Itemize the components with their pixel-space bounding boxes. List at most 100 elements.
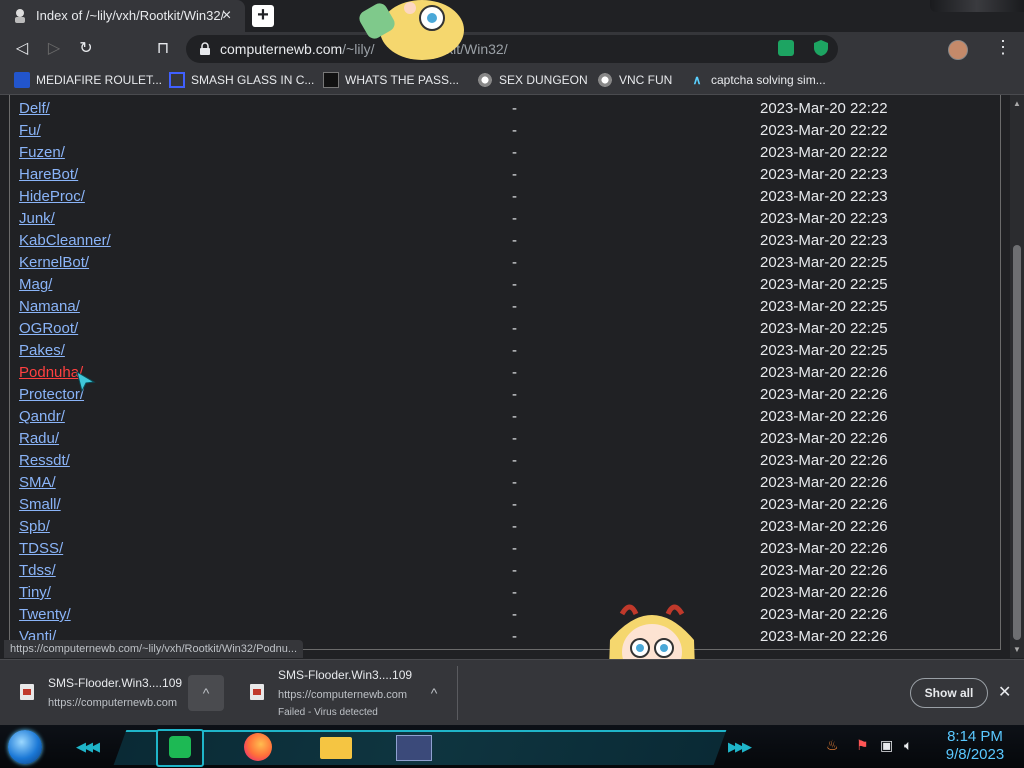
directory-link[interactable]: Namana/ bbox=[19, 298, 80, 315]
reload-icon[interactable]: ↻ bbox=[75, 38, 97, 60]
directory-link[interactable]: SMA/ bbox=[19, 474, 56, 491]
directory-link[interactable]: OGRoot/ bbox=[19, 320, 78, 337]
size-cell: - bbox=[512, 100, 517, 117]
bookmark-item[interactable]: ∧ captcha solving sim... bbox=[689, 72, 826, 88]
directory-link[interactable]: Twenty/ bbox=[19, 606, 71, 623]
directory-link[interactable]: HideProc/ bbox=[19, 188, 85, 205]
date-cell: 2023-Mar-20 22:23 bbox=[760, 188, 888, 205]
menu-icon[interactable]: ⋮ bbox=[994, 38, 1012, 56]
date-cell: 2023-Mar-20 22:26 bbox=[760, 606, 888, 623]
directory-link[interactable]: Fu/ bbox=[19, 122, 41, 139]
flag-icon[interactable]: ⚑ bbox=[856, 737, 869, 754]
table-row: Fuzen/ - 2023-Mar-20 22:22 bbox=[0, 142, 1000, 164]
extension-icon[interactable] bbox=[778, 40, 794, 56]
bookmark-icon[interactable]: ⊓ bbox=[152, 38, 174, 60]
directory-link[interactable]: Radu/ bbox=[19, 430, 59, 447]
date-cell: 2023-Mar-20 22:26 bbox=[760, 452, 888, 469]
size-cell: - bbox=[512, 232, 517, 249]
browser-tab[interactable]: Index of /~lily/vxh/Rootkit/Win32/ × bbox=[0, 0, 245, 32]
date-cell: 2023-Mar-20 22:23 bbox=[760, 166, 888, 183]
firefox-icon[interactable] bbox=[236, 729, 280, 763]
volume-icon[interactable]: 🔈︎ bbox=[904, 737, 912, 754]
system-clock[interactable]: 8:14 PM 9/8/2023 bbox=[930, 728, 1020, 764]
table-row: KabCleanner/ - 2023-Mar-20 22:23 bbox=[0, 230, 1000, 252]
directory-link[interactable]: Tdss/ bbox=[19, 562, 56, 579]
chevron-decoration: ▶▶▶ bbox=[728, 739, 752, 754]
mouse-cursor-icon bbox=[76, 370, 96, 393]
network-icon[interactable]: ▣ bbox=[880, 737, 893, 754]
tab-close-icon[interactable]: × bbox=[222, 7, 231, 25]
directory-link[interactable]: Pakes/ bbox=[19, 342, 65, 359]
directory-link[interactable]: Small/ bbox=[19, 496, 61, 513]
forward-icon[interactable]: ▷ bbox=[43, 38, 65, 60]
close-icon[interactable]: ✕ bbox=[998, 682, 1011, 702]
table-row: Namana/ - 2023-Mar-20 22:25 bbox=[0, 296, 1000, 318]
show-all-button[interactable]: Show all bbox=[910, 678, 988, 708]
directory-link[interactable]: Fuzen/ bbox=[19, 144, 65, 161]
new-tab-button[interactable]: + bbox=[252, 5, 274, 27]
directory-link[interactable]: HareBot/ bbox=[19, 166, 78, 183]
download-shelf: SMS-Flooder.Win3....109 https://computer… bbox=[0, 659, 1024, 726]
chevron-up-icon[interactable]: ^ bbox=[188, 675, 224, 711]
date-cell: 2023-Mar-20 22:22 bbox=[760, 144, 888, 161]
directory-link[interactable]: Qandr/ bbox=[19, 408, 65, 425]
back-icon[interactable]: ◁ bbox=[11, 38, 33, 60]
directory-link[interactable]: KernelBot/ bbox=[19, 254, 89, 271]
table-row: Protector/-2023-Mar-20 22:26 bbox=[0, 384, 1000, 406]
table-row: OGRoot/ - 2023-Mar-20 22:25 bbox=[0, 318, 1000, 340]
date-cell: 2023-Mar-20 22:26 bbox=[760, 408, 888, 425]
scroll-thumb[interactable] bbox=[1013, 245, 1021, 640]
download-item[interactable]: SMS-Flooder.Win3....109 https://computer… bbox=[0, 660, 230, 726]
directory-link[interactable]: Junk/ bbox=[19, 210, 55, 227]
taskbar: ◀◀◀ ▶▶▶ ♨ ⚑ ▣ 🔈︎ 8:14 PM 9/8/2023 bbox=[0, 725, 1024, 768]
profile-avatar[interactable] bbox=[948, 40, 968, 60]
start-button[interactable] bbox=[8, 730, 42, 764]
date-cell: 2023-Mar-20 22:23 bbox=[760, 232, 888, 249]
date-cell: 2023-Mar-20 22:25 bbox=[760, 254, 888, 271]
folder-icon[interactable] bbox=[314, 729, 358, 763]
tray-app-icon[interactable]: ♨ bbox=[826, 737, 839, 754]
scroll-down-icon[interactable]: ▼ bbox=[1013, 645, 1021, 654]
size-cell: - bbox=[512, 606, 517, 623]
gear-icon bbox=[477, 72, 493, 88]
bookmark-item[interactable]: MEDIAFIRE ROULET... bbox=[14, 72, 162, 88]
date-cell: 2023-Mar-20 22:26 bbox=[760, 474, 888, 491]
scroll-up-icon[interactable]: ▲ bbox=[1013, 99, 1021, 108]
directory-link[interactable]: Ressdt/ bbox=[19, 452, 70, 469]
download-item[interactable]: SMS-Flooder.Win3....109 https://computer… bbox=[230, 660, 457, 726]
bookmark-item[interactable]: VNC FUN bbox=[597, 72, 672, 88]
directory-link[interactable]: Spb/ bbox=[19, 518, 50, 535]
size-cell: - bbox=[512, 254, 517, 271]
size-cell: - bbox=[512, 562, 517, 579]
shield-icon[interactable] bbox=[813, 39, 829, 57]
download-source: https://computernewb.com bbox=[48, 697, 178, 709]
size-cell: - bbox=[512, 518, 517, 535]
bookmark-item[interactable]: SEX DUNGEON bbox=[477, 72, 588, 88]
directory-link[interactable]: Mag/ bbox=[19, 276, 52, 293]
size-cell: - bbox=[512, 342, 517, 359]
file-icon bbox=[20, 684, 34, 700]
address-bar[interactable]: computernewb.com/~lily/otkit/Win32/ bbox=[186, 35, 838, 63]
bookmarks-bar: MEDIAFIRE ROULET... SMASH GLASS IN C... … bbox=[0, 66, 1024, 95]
date-cell: 2023-Mar-20 22:26 bbox=[760, 386, 888, 403]
directory-link[interactable]: Delf/ bbox=[19, 100, 50, 117]
date-cell: 2023-Mar-20 22:25 bbox=[760, 276, 888, 293]
table-row: Radu/ - 2023-Mar-20 22:26 bbox=[0, 428, 1000, 450]
date-cell: 2023-Mar-20 22:26 bbox=[760, 584, 888, 601]
directory-link[interactable]: Tiny/ bbox=[19, 584, 51, 601]
bookmark-item[interactable]: WHATS THE PASS... bbox=[323, 72, 459, 88]
date-cell: 2023-Mar-20 22:25 bbox=[760, 298, 888, 315]
spotify-icon[interactable] bbox=[156, 729, 204, 767]
size-cell: - bbox=[512, 430, 517, 447]
directory-link[interactable]: TDSS/ bbox=[19, 540, 63, 557]
size-cell: - bbox=[512, 496, 517, 513]
size-cell: - bbox=[512, 474, 517, 491]
window-app-icon[interactable] bbox=[392, 729, 436, 763]
chevron-up-icon[interactable]: ^ bbox=[416, 675, 452, 711]
date-cell: 2023-Mar-20 22:26 bbox=[760, 496, 888, 513]
size-cell: - bbox=[512, 364, 517, 381]
directory-link[interactable]: KabCleanner/ bbox=[19, 232, 111, 249]
vertical-scrollbar[interactable]: ▲ ▼ bbox=[1010, 95, 1024, 658]
table-row: Fu/ - 2023-Mar-20 22:22 bbox=[0, 120, 1000, 142]
bookmark-item[interactable]: SMASH GLASS IN C... bbox=[169, 72, 314, 88]
